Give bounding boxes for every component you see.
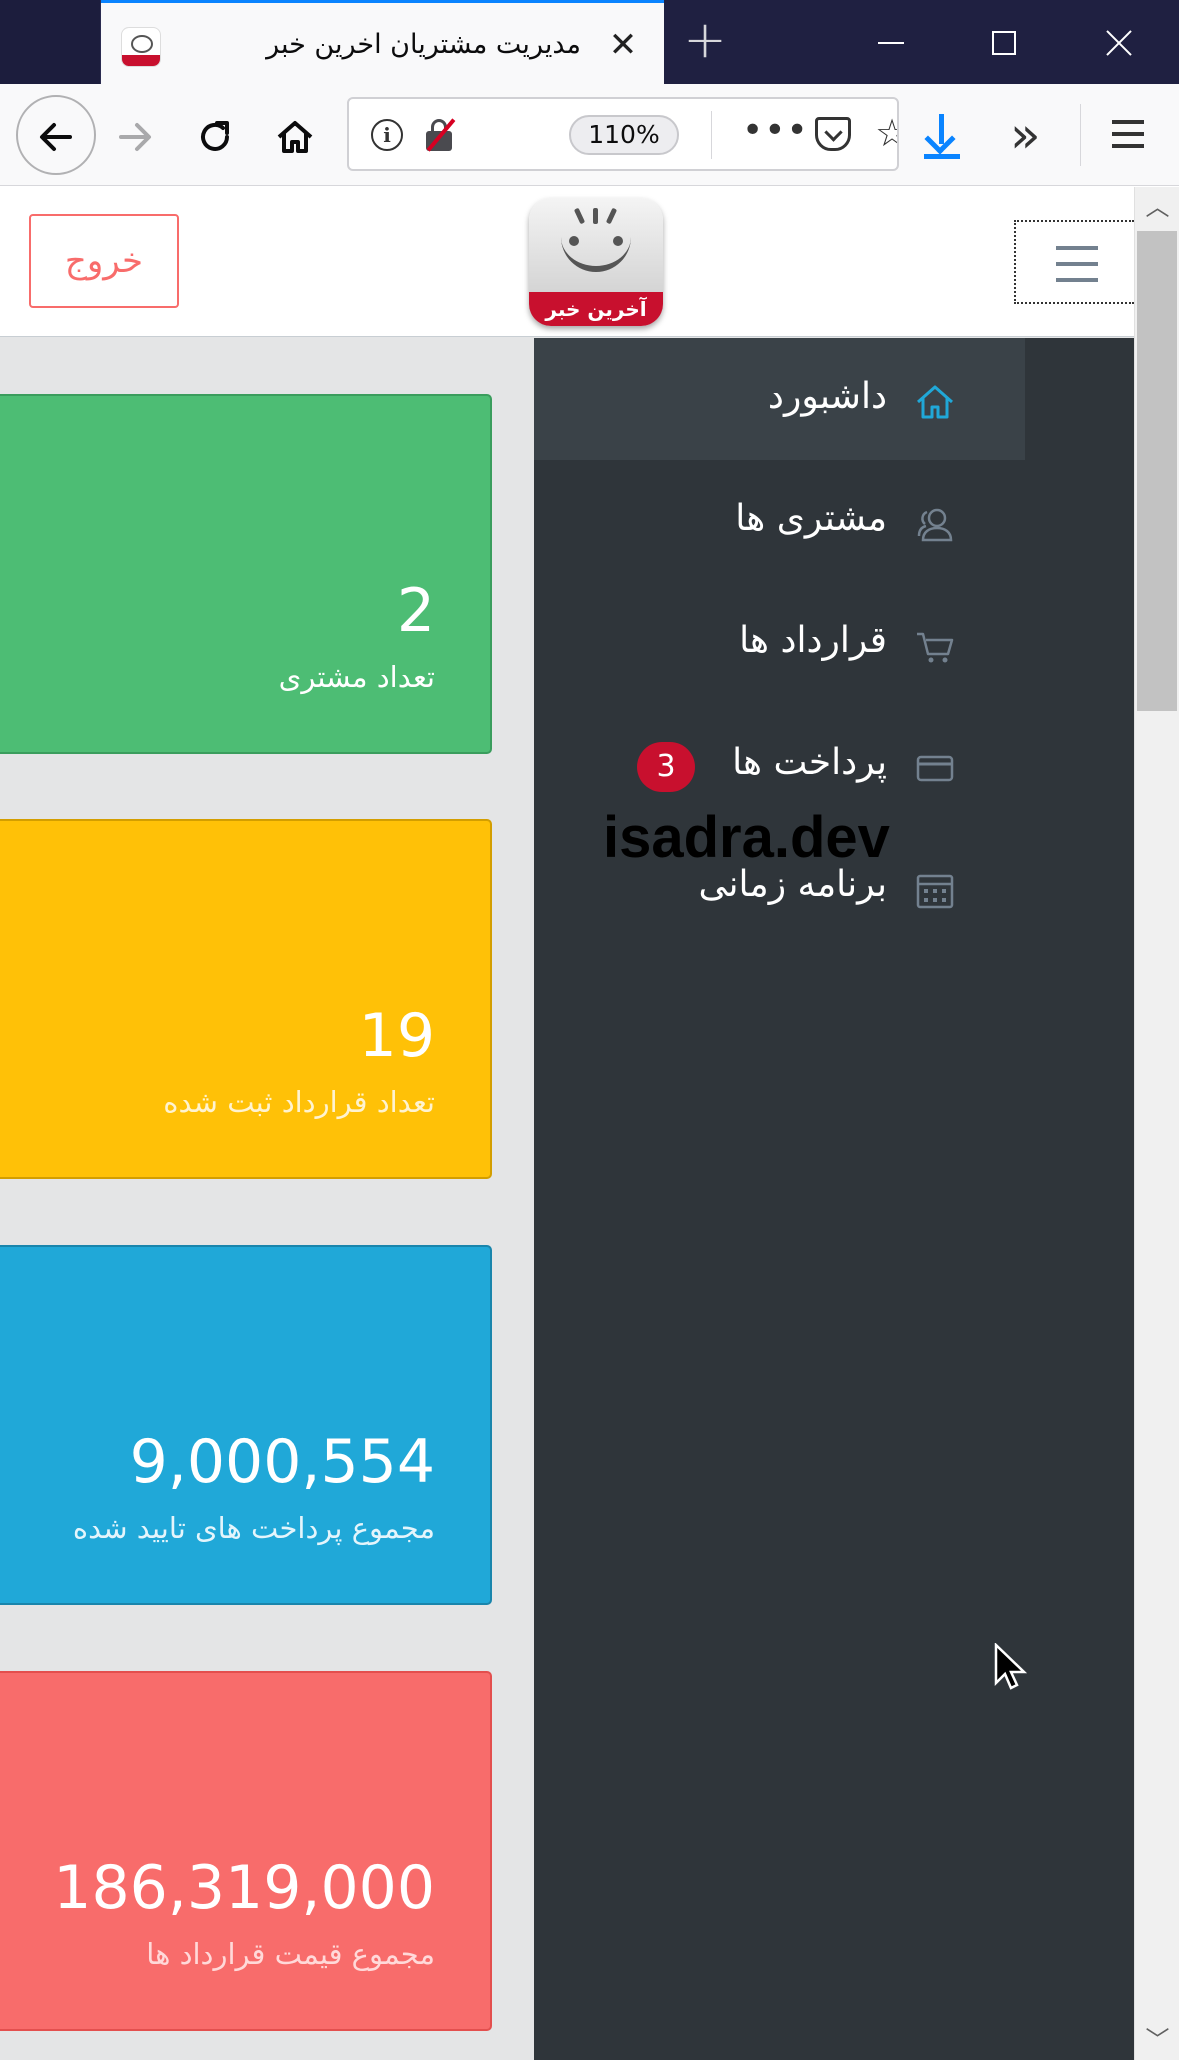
toolbar-divider <box>1080 104 1081 166</box>
page-actions-icon[interactable]: ••• <box>742 111 809 151</box>
back-button[interactable] <box>16 95 96 175</box>
home-icon <box>277 121 313 153</box>
active-tab[interactable]: مدیریت مشتریان اخرین خبر ✕ <box>101 0 664 84</box>
user-icon <box>917 508 953 542</box>
sidebar-item-customers[interactable]: مشتری ها <box>534 460 1025 582</box>
inactive-tab-area[interactable] <box>0 0 101 84</box>
forward-button[interactable] <box>100 100 170 170</box>
site-info-icon[interactable]: i <box>371 119 403 151</box>
sidebar-item-dashboard[interactable]: داشبورد <box>534 338 1025 460</box>
reload-button[interactable] <box>180 100 250 170</box>
pocket-icon[interactable] <box>815 117 851 151</box>
watermark-text: isadra.dev <box>603 805 890 870</box>
cart-icon <box>917 632 954 663</box>
new-tab-button[interactable]: + <box>680 14 730 68</box>
back-arrow-icon <box>40 123 72 151</box>
window-maximize-button[interactable] <box>947 0 1062 84</box>
site-favicon-icon <box>121 27 161 67</box>
home-icon <box>917 385 953 419</box>
stat-caption: تعداد قرارداد ثبت شده <box>163 1085 435 1119</box>
sidebar: داشبورد مشتری ها قرارداد ها پرداخت ها 3 … <box>534 338 1134 2060</box>
browser-titlebar: مدیریت مشتریان اخرین خبر ✕ + <box>0 0 1179 84</box>
stat-card-payments: 9,000,554 مجموع پرداخت های تایید شده <box>0 1245 492 1605</box>
stat-value: 9,000,554 <box>129 1427 435 1497</box>
address-bar[interactable]: i 110% ••• ☆ <box>347 97 899 171</box>
stat-caption: تعداد مشتری <box>278 660 435 694</box>
forward-arrow-icon <box>119 123 151 151</box>
credit-card-icon <box>916 755 954 782</box>
scrollbar-thumb[interactable] <box>1137 231 1177 711</box>
mouse-cursor-icon <box>994 1643 1028 1690</box>
scroll-down-arrow-icon[interactable]: ﹀ <box>1135 2020 1179 2060</box>
reload-icon <box>201 121 229 151</box>
page-viewport: خروج آخرین خبر 2 تعداد مشتری 19 تعداد قر… <box>0 187 1134 2060</box>
downloads-icon[interactable] <box>920 112 966 162</box>
sidebar-toggle-button[interactable] <box>1014 220 1134 304</box>
sidebar-item-label: داشبورد <box>767 376 887 417</box>
window-close-button[interactable] <box>1062 0 1177 84</box>
stat-value: 186,319,000 <box>53 1853 435 1923</box>
tab-title: مدیریت مشتریان اخرین خبر <box>266 29 581 60</box>
stat-card-contract-value: 186,319,000 مجموع قیمت قرارداد ها <box>0 1671 492 2031</box>
stat-value: 2 <box>396 576 435 646</box>
logout-button[interactable]: خروج <box>29 214 179 308</box>
stat-value: 19 <box>358 1001 435 1071</box>
stat-caption: مجموع پرداخت های تایید شده <box>72 1511 435 1545</box>
stat-card-contracts: 19 تعداد قرارداد ثبت شده <box>0 819 492 1179</box>
insecure-lock-icon[interactable] <box>423 117 457 153</box>
calendar-icon <box>916 874 954 909</box>
stat-caption: مجموع قیمت قرارداد ها <box>146 1937 435 1971</box>
brand-logo[interactable]: آخرین خبر <box>529 198 663 326</box>
sidebar-item-label: پرداخت ها <box>732 742 887 783</box>
bookmark-star-icon[interactable]: ☆ <box>875 113 897 153</box>
app-header: خروج آخرین خبر <box>0 187 1134 337</box>
address-bar-divider <box>711 111 712 159</box>
logo-text: آخرین خبر <box>529 292 663 326</box>
home-button[interactable] <box>260 100 330 170</box>
stat-card-customers: 2 تعداد مشتری <box>0 394 492 754</box>
window-minimize-button[interactable] <box>832 0 947 84</box>
tab-close-icon[interactable]: ✕ <box>601 23 645 67</box>
browser-toolbar: i 110% ••• ☆ » <box>0 84 1179 186</box>
sidebar-item-label: قرارداد ها <box>739 620 887 661</box>
overflow-chevron-icon[interactable]: » <box>1010 110 1041 160</box>
scroll-up-arrow-icon[interactable]: ︿ <box>1135 187 1179 227</box>
zoom-indicator[interactable]: 110% <box>569 115 679 155</box>
sidebar-item-label: مشتری ها <box>735 498 887 539</box>
page-scrollbar[interactable]: ︿ ﹀ <box>1134 187 1179 2060</box>
payments-count-badge: 3 <box>637 742 695 792</box>
sidebar-item-contracts[interactable]: قرارداد ها <box>534 582 1025 704</box>
hamburger-menu-icon[interactable] <box>1112 120 1144 148</box>
